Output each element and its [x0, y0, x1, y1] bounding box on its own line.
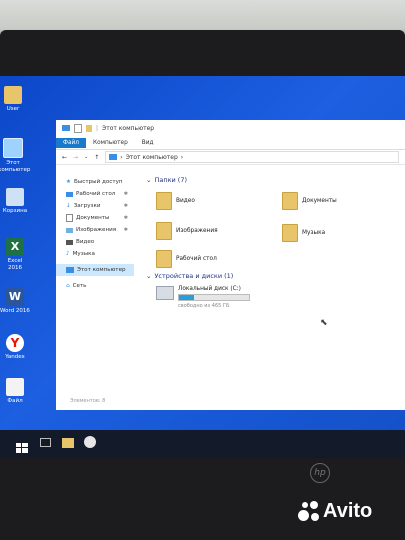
breadcrumb-sep: › — [120, 153, 123, 161]
word-icon: W — [6, 288, 24, 306]
pictures-folder-icon — [156, 222, 172, 240]
file-icon — [6, 378, 24, 396]
status-bar-count: Элементов: 8 — [70, 398, 106, 404]
drive-info: Локальный диск (C:) свободно из 465 ГБ — [178, 286, 250, 309]
user-folder-icon — [4, 86, 22, 104]
desktop: User Этот компьютер Корзина X Excel 2016… — [0, 76, 405, 458]
breadcrumb-this-pc[interactable]: Этот компьютер — [126, 154, 178, 161]
drive-usage-fill — [179, 295, 195, 300]
documents-folder-icon — [282, 192, 298, 210]
nav-item-documents[interactable]: Документы ✱ — [56, 212, 134, 224]
tab-view[interactable]: Вид — [135, 138, 161, 148]
videos-folder-icon — [156, 192, 172, 210]
document-icon — [66, 214, 73, 222]
tab-computer[interactable]: Компьютер — [86, 138, 135, 148]
hp-logo: hp — [310, 463, 330, 483]
file-explorer-taskbar-icon[interactable] — [62, 438, 74, 448]
chevron-down-icon[interactable]: ⌄ — [84, 154, 88, 160]
recycle-bin-icon — [6, 188, 24, 206]
desktop-icon-file[interactable]: Файл — [0, 378, 30, 405]
properties-icon[interactable] — [74, 123, 82, 133]
back-icon[interactable]: ← — [62, 154, 67, 161]
folder-videos[interactable]: Видео — [156, 192, 195, 210]
pin-icon: ✱ — [123, 191, 128, 197]
pin-icon: ✱ — [123, 203, 128, 209]
mouse-cursor-icon: ⬉ — [320, 318, 328, 328]
yandex-icon: Y — [6, 334, 24, 352]
title-bar: | Этот компьютер — [56, 120, 405, 136]
chevron-down-icon: ⌄ — [146, 176, 152, 184]
address-row: ← → ⌄ ↑ › Этот компьютер › — [56, 150, 405, 165]
star-icon: ★ — [66, 179, 72, 185]
network-icon: ⌂ — [66, 283, 70, 289]
navigation-pane: ★ Быстрый доступ Рабочий стол ✱ ↓ Загруз… — [56, 168, 134, 410]
nav-item-pictures[interactable]: Изображения ✱ — [56, 224, 134, 236]
drive-usage-bar — [178, 294, 250, 301]
nav-item-desktop[interactable]: Рабочий стол ✱ — [56, 188, 134, 200]
desktop-icon-yandex[interactable]: Y Yandex — [0, 334, 30, 361]
computer-icon — [66, 267, 74, 273]
up-icon[interactable]: ↑ — [94, 154, 99, 161]
folder-desktop[interactable]: Рабочий стол — [156, 250, 217, 268]
download-icon: ↓ — [66, 203, 71, 209]
breadcrumb-sep: › — [180, 153, 184, 161]
nav-item-this-pc[interactable]: Этот компьютер — [56, 264, 134, 276]
tab-file[interactable]: Файл — [56, 137, 87, 148]
task-view-icon[interactable] — [40, 438, 51, 447]
nav-item-downloads[interactable]: ↓ Загрузки ✱ — [56, 200, 134, 212]
folder-documents[interactable]: Документы — [282, 192, 337, 210]
desktop-icon-excel[interactable]: X Excel 2016 — [0, 238, 30, 272]
window-title: Этот компьютер — [102, 124, 155, 132]
forward-icon[interactable]: → — [73, 154, 78, 161]
drive-c[interactable]: Локальный диск (C:) свободно из 465 ГБ — [156, 286, 250, 309]
avito-dots-icon — [298, 500, 320, 523]
music-icon: ♪ — [66, 251, 70, 257]
address-bar[interactable]: › Этот компьютер › — [105, 151, 399, 163]
folders-header[interactable]: ⌄ Папки (7) — [146, 176, 187, 184]
yandex-taskbar-icon[interactable] — [84, 436, 96, 448]
pin-icon: ✱ — [123, 215, 128, 221]
desktop-icon-user[interactable]: User — [0, 86, 28, 113]
new-folder-icon[interactable] — [86, 124, 92, 132]
start-button[interactable] — [16, 438, 28, 453]
pin-icon: ✱ — [123, 227, 128, 233]
desktop-icon-word[interactable]: W Word 2016 — [0, 288, 30, 315]
picture-icon — [66, 227, 73, 233]
nav-quick-access[interactable]: ★ Быстрый доступ — [56, 176, 134, 188]
drive-icon — [156, 286, 174, 300]
nav-item-music[interactable]: ♪ Музыка — [56, 248, 134, 260]
windows-logo-icon — [16, 443, 28, 453]
folder-music[interactable]: Музыка — [282, 224, 325, 242]
desktop-icon-recycle-bin[interactable]: Корзина — [0, 188, 30, 215]
video-icon — [66, 239, 73, 245]
devices-header[interactable]: ⌄ Устройства и диски (1) — [146, 272, 233, 280]
folder-pictures[interactable]: Изображения — [156, 222, 218, 240]
music-folder-icon — [282, 224, 298, 242]
desktop-folder-icon — [156, 250, 172, 268]
avito-watermark: Avito — [298, 500, 372, 523]
separator: | — [96, 124, 99, 132]
computer-icon — [3, 138, 23, 158]
chevron-down-icon: ⌄ — [146, 272, 152, 280]
nav-item-network[interactable]: ⌂ Сеть — [56, 280, 134, 292]
desktop-icon — [66, 191, 73, 197]
ribbon: Файл Компьютер Вид — [56, 136, 405, 150]
content-pane: ⌄ Папки (7) Видео Документы Изображения … — [142, 168, 405, 410]
nav-item-videos[interactable]: Видео — [56, 236, 134, 248]
computer-icon — [109, 154, 118, 160]
excel-icon: X — [6, 238, 24, 256]
desktop-icon-this-pc[interactable]: Этот компьютер — [0, 138, 30, 174]
computer-icon — [62, 125, 70, 131]
explorer-window: | Этот компьютер Файл Компьютер Вид ← → … — [56, 120, 405, 410]
taskbar — [0, 430, 405, 458]
